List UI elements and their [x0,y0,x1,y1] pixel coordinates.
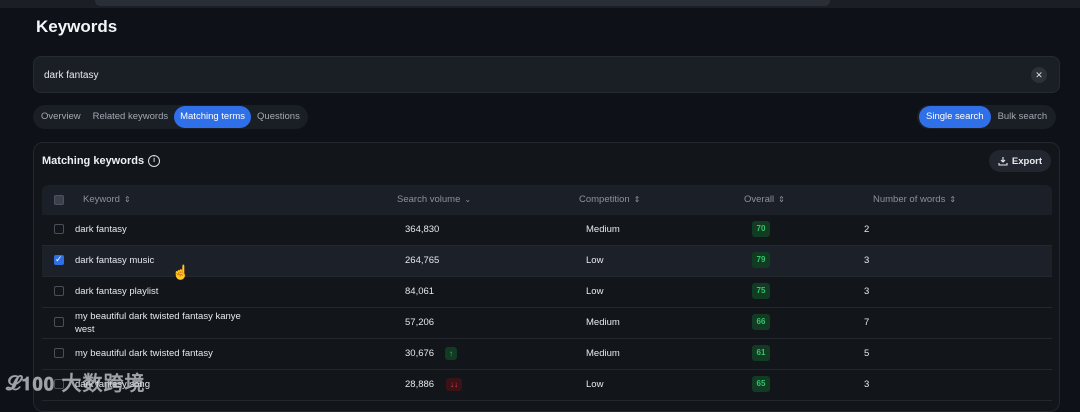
overall-badge: 79 [752,252,770,268]
row-checkbox[interactable] [54,317,64,327]
words-cell: 7 [864,317,870,328]
trend-down-icon: ↓↓ [446,378,462,391]
row-checkbox[interactable] [54,254,64,265]
address-bar[interactable] [95,0,830,6]
words-cell: 5 [864,348,870,359]
volume-cell: 28,886 [405,379,435,390]
overall-badge: 66 [752,314,770,330]
col-number-of-words[interactable]: Number of words ⇕ [873,185,956,215]
tab-overview[interactable]: Overview [35,106,87,128]
info-icon[interactable]: i [148,155,161,167]
volume-cell: 30,676 [405,348,435,359]
words-cell: 3 [864,286,870,297]
row-checkbox[interactable] [54,224,64,234]
table-row[interactable]: dark fantasy playlist 84,061 Low 75 3 [42,277,1052,308]
sort-icon: ⇕ [123,195,131,204]
tab-matching-terms[interactable]: Matching terms [174,106,252,128]
table-row[interactable]: dark fantasy song 28,886 ↓↓ Low 65 3 [42,370,1052,401]
overall-badge: 65 [752,376,770,392]
keyword-cell: dark fantasy [75,224,127,235]
sort-icon: ⇕ [949,195,957,204]
tab-bar: Overview Related keywords Matching terms… [33,105,308,129]
sort-icon: ⇕ [633,195,641,204]
competition-cell: Low [586,286,604,297]
volume-cell: 264,765 [405,255,440,266]
chevron-down-icon: ⌄ [464,195,472,204]
competition-cell: Medium [586,348,620,359]
close-icon[interactable]: ✕ [1031,67,1047,83]
pointer-cursor-icon: ☝ [172,264,190,280]
col-search-volume[interactable]: Search volume ⌄ [397,185,471,215]
table-row[interactable]: my beautiful dark twisted fantasy kanye … [42,308,1052,339]
competition-cell: Medium [586,317,620,328]
table-row[interactable]: dark fantasy music 264,765 Low 79 3 [42,246,1052,277]
col-overall[interactable]: Overall ⇕ [744,185,785,215]
keyword-cell: my beautiful dark twisted fantasy kanye … [75,308,241,340]
volume-cell: 84,061 [405,286,435,297]
keywords-table: Keyword ⇕ Search volume ⌄ Competition ⇕ Ove… [42,185,1052,401]
overall-badge: 75 [752,283,770,299]
export-label: Export [1011,155,1042,167]
keyword-cell: my beautiful dark twisted fantasy [75,348,213,359]
single-search-button[interactable]: Single search [919,106,991,128]
keyword-line: my beautiful dark twisted fantasy kanye [75,311,241,322]
bulk-search-button[interactable]: Bulk search [991,106,1055,128]
overall-badge: 61 [752,345,770,361]
col-competition[interactable]: Competition ⇕ [579,185,640,215]
volume-cell: 57,206 [405,317,435,328]
search-mode-switch: Single search Bulk search [917,105,1057,129]
download-icon [998,157,1008,166]
select-all-checkbox[interactable] [54,195,64,205]
tab-related-keywords[interactable]: Related keywords [87,106,175,128]
competition-cell: Low [586,379,604,390]
table-row[interactable]: dark fantasy 364,830 Medium 70 2 [42,215,1052,246]
browser-bar [0,0,1080,8]
keyword-cell: dark fantasy playlist [75,286,159,297]
page-title: Keywords [36,17,118,36]
volume-cell: 364,830 [405,224,440,235]
search-bar[interactable]: ✕ [33,56,1060,94]
words-cell: 3 [864,255,870,266]
card-title: Matching keywords i [42,155,161,167]
search-input[interactable] [42,57,946,94]
table-header: Keyword ⇕ Search volume ⌄ Competition ⇕ Ove… [42,185,1052,215]
keyword-line: west [75,324,95,335]
keyword-cell: dark fantasy music [75,255,155,266]
row-checkbox[interactable] [54,348,64,358]
tab-questions[interactable]: Questions [251,106,306,128]
row-checkbox[interactable] [54,286,64,296]
competition-cell: Medium [586,224,620,235]
watermark: 𝓛𝟭𝟬𝟬 大数跨境 [6,373,146,395]
competition-cell: Low [586,255,604,266]
col-keyword[interactable]: Keyword ⇕ [83,185,131,215]
overall-badge: 70 [752,221,770,237]
export-button[interactable]: Export [988,150,1051,172]
trend-up-icon: ↑ [445,347,457,360]
words-cell: 3 [864,379,870,390]
table-row[interactable]: my beautiful dark twisted fantasy 30,676… [42,339,1052,370]
card-title-text: Matching keywords [42,155,145,167]
sort-icon: ⇕ [778,195,785,204]
words-cell: 2 [864,224,870,235]
